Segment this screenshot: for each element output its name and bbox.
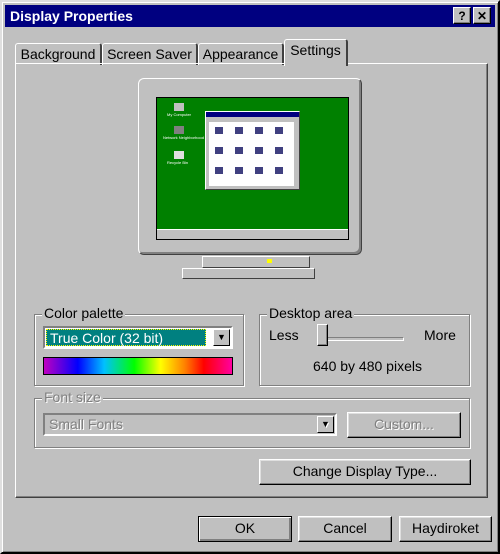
desktop-preview-screen: My Computer Network Neighborhood Recycle… xyxy=(156,97,349,240)
preview-taskbar xyxy=(157,229,348,239)
tab-settings[interactable]: Settings xyxy=(284,39,348,66)
network-icon xyxy=(174,126,184,134)
color-spectrum-bar xyxy=(43,357,233,375)
haydiroket-button[interactable]: Haydiroket xyxy=(399,516,492,542)
change-display-type-button[interactable]: Change Display Type... xyxy=(259,459,471,485)
color-palette-select[interactable]: True Color (32 bit) ▼ xyxy=(43,326,233,349)
display-properties-window: Display Properties ? ✕ Background Screen… xyxy=(0,0,500,554)
preview-icon-label: My Computer xyxy=(167,112,192,117)
ok-button[interactable]: OK xyxy=(198,516,292,542)
color-palette-value: True Color (32 bit) xyxy=(46,329,206,346)
monitor-stand-base xyxy=(182,268,315,279)
computer-icon xyxy=(174,103,184,111)
custom-font-button[interactable]: Custom... xyxy=(347,412,461,438)
desktop-area-label: Desktop area xyxy=(267,305,355,321)
monitor-stand-neck xyxy=(202,256,310,268)
font-size-label: Font size xyxy=(42,389,103,405)
font-size-value: Small Fonts xyxy=(49,416,123,432)
color-palette-label: Color palette xyxy=(42,305,126,321)
desktop-area-group xyxy=(259,314,470,386)
chevron-down-icon[interactable]: ▼ xyxy=(317,416,334,433)
preview-folder-icons xyxy=(215,127,283,174)
preview-icon-label: Recycle Bin xyxy=(167,160,189,165)
font-size-select[interactable]: Small Fonts ▼ xyxy=(43,413,337,436)
resolution-slider-track[interactable] xyxy=(318,337,404,341)
recycle-bin-icon xyxy=(174,151,184,159)
preview-icon-label: Network Neighborhood xyxy=(163,135,204,140)
preview-window-caption xyxy=(206,112,299,117)
resolution-slider-thumb[interactable] xyxy=(317,324,328,346)
tab-appearance[interactable]: Appearance xyxy=(198,43,284,65)
slider-more-label: More xyxy=(424,327,456,343)
title-bar[interactable]: Display Properties ? ✕ xyxy=(5,5,495,27)
preview-window-body xyxy=(209,122,294,186)
chevron-down-icon[interactable]: ▼ xyxy=(213,329,230,346)
tab-screen-saver[interactable]: Screen Saver xyxy=(102,43,198,65)
power-led xyxy=(267,259,272,263)
preview-window xyxy=(205,111,300,190)
color-palette-group xyxy=(34,314,244,386)
resolution-text: 640 by 480 pixels xyxy=(313,358,422,374)
help-button[interactable]: ? xyxy=(453,7,471,24)
cancel-button[interactable]: Cancel xyxy=(298,516,392,542)
close-button[interactable]: ✕ xyxy=(473,7,491,24)
tab-background[interactable]: Background xyxy=(15,43,102,65)
window-title: Display Properties xyxy=(10,8,133,24)
slider-less-label: Less xyxy=(269,327,299,343)
